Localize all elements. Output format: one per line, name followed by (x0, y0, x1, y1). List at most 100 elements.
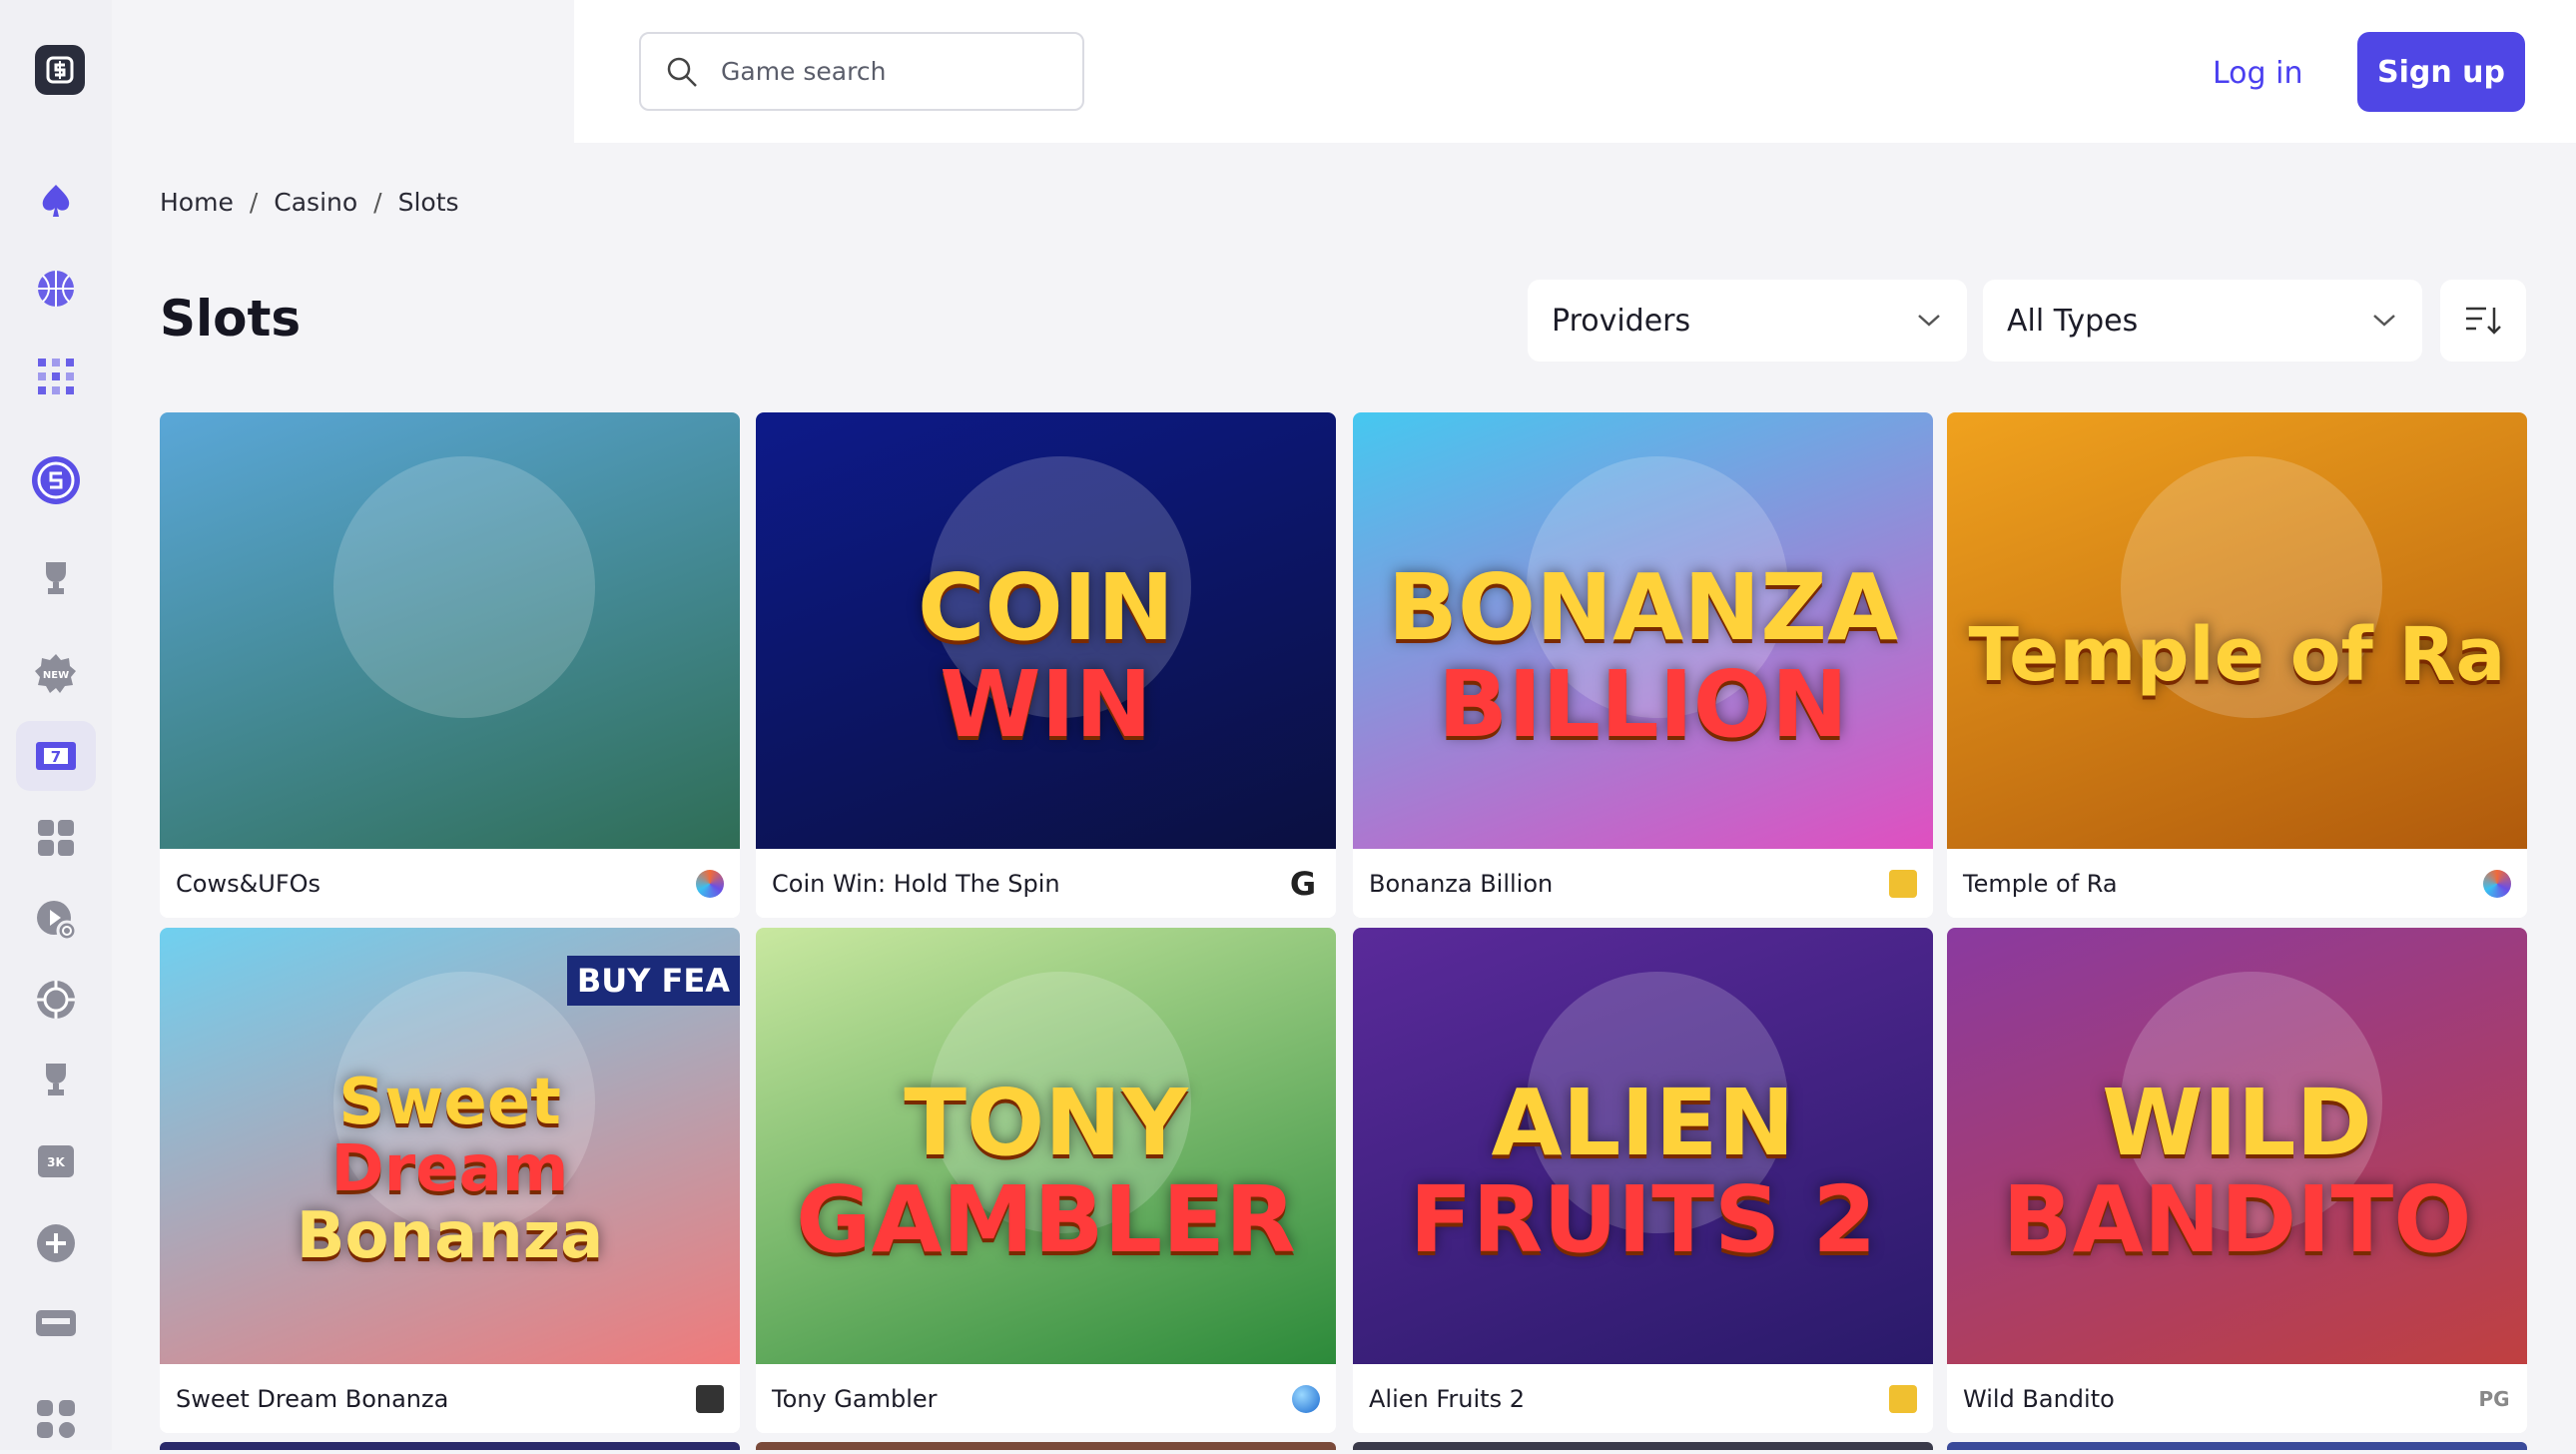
trophy-icon (46, 562, 66, 594)
sidebar-item-slots[interactable]: 7 (16, 721, 96, 791)
sidebar-item-casino[interactable] (16, 166, 96, 236)
tv-icon: 3K (38, 1145, 74, 1177)
thumbnail-title-text: Sweet (338, 1065, 561, 1139)
game-search-box[interactable] (639, 32, 1084, 111)
breadcrumb: Home / Casino / Slots (160, 188, 459, 217)
swirl-provider-icon (696, 869, 724, 898)
game-name: Coin Win: Hold The Spin (772, 869, 1060, 898)
chevron-down-icon (2373, 315, 2395, 327)
thumbnail-title-text: TONY (904, 1069, 1188, 1176)
sidebar-item-new[interactable]: NEW (16, 639, 96, 709)
game-card-partial[interactable] (160, 1442, 740, 1450)
sidebar-item-add[interactable] (16, 1208, 96, 1278)
sidebar-item-leaderboard[interactable] (16, 1045, 96, 1114)
sidebar-item-lottery[interactable] (16, 342, 96, 411)
grid-dots-icon (38, 359, 74, 394)
sort-icon (2466, 307, 2501, 335)
game-thumbnail[interactable]: WILD BANDITO (1947, 928, 2527, 1364)
game-caption: Bonanza Billion (1353, 849, 1933, 918)
sidebar-item-all-games[interactable] (16, 803, 96, 873)
new-badge-icon: NEW (35, 654, 76, 693)
thumbnail-title-text: GAMBLER (796, 1165, 1296, 1273)
game-card-partial[interactable] (756, 1442, 1336, 1450)
sidebar-item-more[interactable] (16, 1384, 96, 1454)
game-thumbnail[interactable]: BONANZA BILLION (1353, 412, 1933, 849)
sidebar-item-sports[interactable] (16, 254, 96, 324)
buy-feature-badge: BUY FEA (566, 956, 740, 1006)
game-card[interactable]: TONY GAMBLER Tony Gambler (756, 928, 1336, 1433)
login-link[interactable]: Log in (2213, 50, 2302, 96)
breadcrumb-casino[interactable]: Casino (274, 188, 357, 217)
slot-machine-icon: 7 (36, 742, 76, 770)
sidebar-item-tournaments[interactable] (16, 543, 96, 613)
thumbnail-title-text: Temple of Ra (1968, 611, 2506, 698)
page-title: Slots (160, 290, 302, 348)
globe-provider-icon (1292, 1384, 1320, 1413)
dollar-logo-icon (46, 56, 74, 84)
thumbnail-title-text: ALIEN (1491, 1069, 1795, 1176)
thumbnail-title-text: WIN (940, 650, 1152, 758)
ticket-icon (36, 1310, 76, 1336)
provider-logo: G (1289, 864, 1317, 903)
game-thumbnail[interactable]: Temple of Ra (1947, 412, 2527, 849)
svg-text:7: 7 (51, 748, 61, 766)
thumbnail-title-text: Bonanza (296, 1199, 604, 1274)
providers-label: Providers (1552, 303, 1691, 339)
sidebar-item-coin[interactable] (16, 445, 96, 515)
game-card[interactable]: BONANZA BILLION Bonanza Billion (1353, 412, 1933, 918)
recent-icon (37, 901, 78, 942)
types-dropdown[interactable]: All Types (1983, 280, 2422, 362)
chevron-down-icon (1918, 315, 1940, 327)
search-input[interactable] (721, 57, 1050, 86)
game-card[interactable]: WILD BANDITO Wild Bandito PG (1947, 928, 2527, 1433)
thumbnail-artwork (333, 455, 595, 718)
game-thumbnail[interactable] (160, 412, 740, 849)
game-card[interactable]: Sweet Dream Bonanza BUY FEA Sweet Dream Bona… (160, 928, 740, 1433)
game-caption: Sweet Dream Bonanza (160, 1364, 740, 1433)
cup-icon (46, 1064, 66, 1095)
svg-text:NEW: NEW (43, 670, 69, 681)
breadcrumb-separator: / (373, 188, 382, 217)
breadcrumb-separator: / (249, 188, 259, 217)
more-apps-icon (37, 1400, 75, 1438)
sidebar-item-live[interactable] (16, 965, 96, 1035)
game-thumbnail[interactable]: TONY GAMBLER (756, 928, 1336, 1364)
game-caption: Cows&UFOs (160, 849, 740, 918)
sidebar-item-table-games[interactable]: 3K (16, 1126, 96, 1196)
game-name: Alien Fruits 2 (1369, 1384, 1525, 1413)
game-caption: Tony Gambler (756, 1364, 1336, 1433)
sidebar: NEW 7 3K (0, 0, 112, 1450)
thumbnail-title-text: Dream (330, 1131, 569, 1206)
game-thumbnail[interactable]: ALIEN FRUITS 2 (1353, 928, 1933, 1364)
sidebar-item-recent[interactable] (16, 885, 96, 955)
site-logo[interactable] (35, 45, 85, 95)
game-name: Temple of Ra (1963, 869, 2118, 898)
game-card[interactable]: COIN WIN Coin Win: Hold The Spin G (756, 412, 1336, 918)
game-card[interactable]: ALIEN FRUITS 2 Alien Fruits 2 (1353, 928, 1933, 1433)
sort-button[interactable] (2440, 280, 2526, 362)
game-card-partial[interactable] (1353, 1442, 1933, 1450)
game-card[interactable]: Temple of Ra Temple of Ra (1947, 412, 2527, 918)
game-card-partial[interactable] (1947, 1442, 2527, 1450)
providers-dropdown[interactable]: Providers (1528, 280, 1967, 362)
plus-icon (37, 1224, 75, 1262)
thumbnail-title-text: BONANZA (1387, 553, 1899, 661)
breadcrumb-home[interactable]: Home (160, 188, 234, 217)
game-caption: Wild Bandito PG (1947, 1364, 2527, 1433)
types-label: All Types (2007, 303, 2139, 339)
game-name: Tony Gambler (772, 1384, 938, 1413)
game-thumbnail[interactable]: COIN WIN (756, 412, 1336, 849)
square-provider-icon (1889, 1384, 1917, 1413)
search-icon (667, 57, 697, 87)
thumbnail-title-text: BILLION (1437, 650, 1849, 758)
game-caption: Coin Win: Hold The Spin G (756, 849, 1336, 918)
basketball-icon (38, 271, 74, 307)
game-name: Bonanza Billion (1369, 869, 1554, 898)
target-icon (37, 981, 75, 1019)
game-thumbnail[interactable]: Sweet Dream Bonanza BUY FEA (160, 928, 740, 1364)
game-name: Cows&UFOs (176, 869, 322, 898)
signup-button[interactable]: Sign up (2357, 32, 2525, 112)
svg-text:3K: 3K (47, 1155, 65, 1169)
sidebar-item-promo[interactable] (16, 1288, 96, 1358)
game-card[interactable]: Cows&UFOs (160, 412, 740, 918)
